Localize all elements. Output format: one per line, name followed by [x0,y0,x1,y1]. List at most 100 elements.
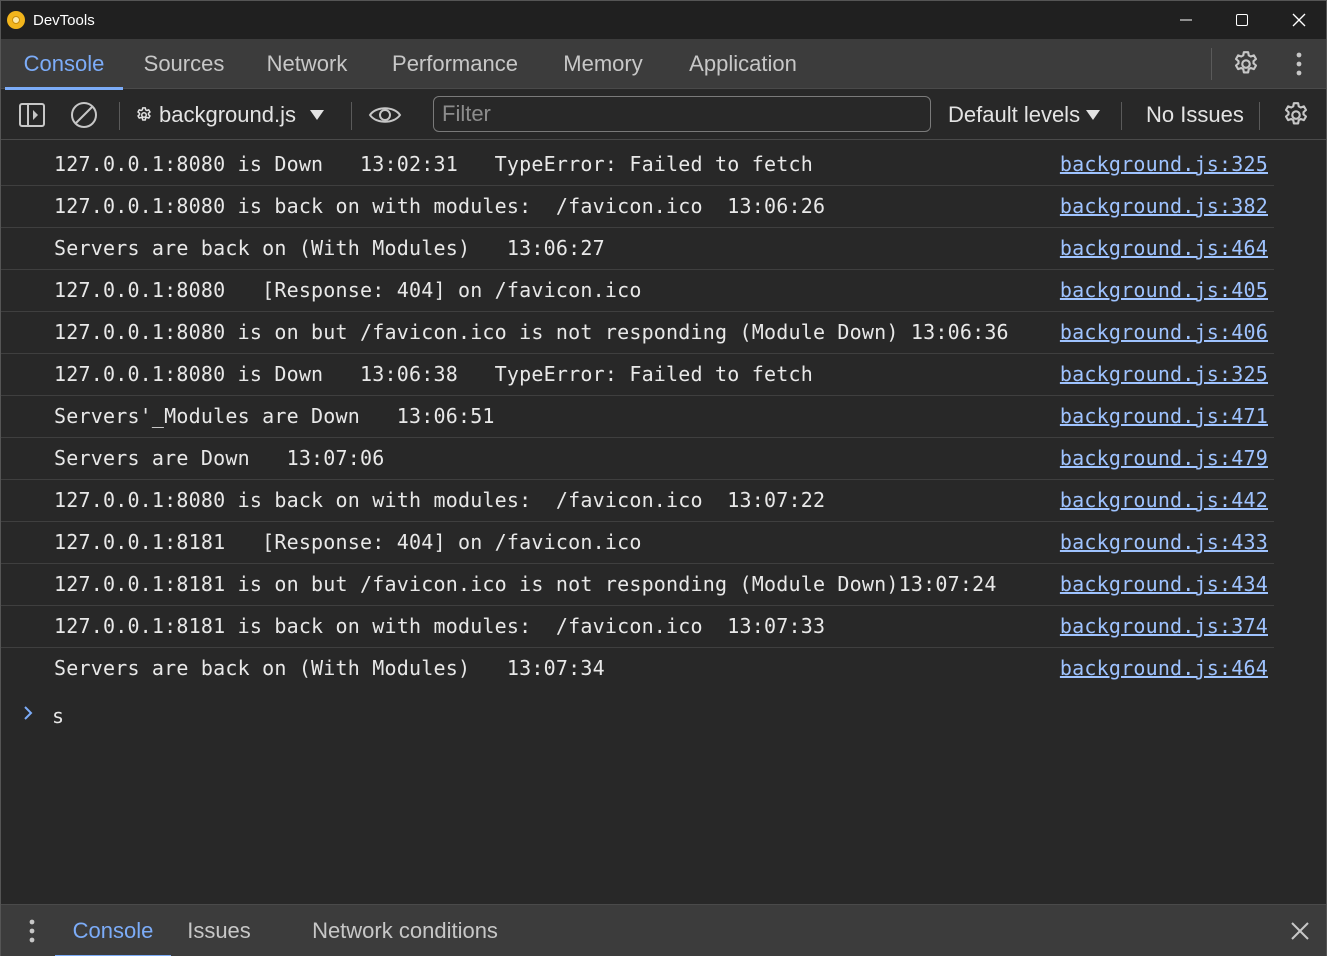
dropdown-triangle-icon [309,110,324,120]
console-output: 127.0.0.1:8080 is Down 13:02:31 TypeErro… [1,144,1326,904]
tab-network[interactable]: Network [249,39,365,89]
message-text: Servers are Down 13:07:06 [54,446,385,470]
source-link[interactable]: background.js:406 [1060,320,1268,344]
console-message: 127.0.0.1:8080 [Response: 404] on /favic… [1,270,1274,312]
drawer-tab-network-conditions[interactable]: Network conditions [295,905,515,956]
title-bar: DevTools [1,1,1326,39]
toggle-sidebar-button[interactable] [13,97,51,133]
divider [119,102,120,130]
console-message: 127.0.0.1:8181 is on but /favicon.ico is… [1,564,1274,606]
source-link[interactable]: background.js:433 [1060,530,1268,554]
message-text: 127.0.0.1:8080 is Down 13:02:31 TypeErro… [54,152,813,176]
context-selector[interactable]: background.js [135,98,324,132]
gear-icon [137,107,151,121]
clear-console-button[interactable] [65,97,103,133]
maximize-button[interactable] [1214,1,1270,39]
issues-counter[interactable]: No Issues [1146,98,1244,132]
console-message: 127.0.0.1:8181 is back on with modules: … [1,606,1274,648]
source-link[interactable]: background.js:405 [1060,278,1268,302]
chevron-right-icon [24,706,33,720]
settings-button[interactable] [1227,46,1265,82]
tab-memory[interactable]: Memory [547,39,659,89]
message-text: Servers'_Modules are Down 13:06:51 [54,404,495,428]
source-link[interactable]: background.js:442 [1060,488,1268,512]
close-window-button[interactable] [1271,1,1327,39]
console-message: 127.0.0.1:8080 is Down 13:02:31 TypeErro… [1,144,1274,186]
minimize-icon [1180,19,1192,21]
message-text: Servers are back on (With Modules) 13:06… [54,236,605,260]
message-text: 127.0.0.1:8181 [Response: 404] on /favic… [54,530,642,554]
drawer-tab-bar: Console Issues Network conditions [1,904,1326,956]
console-message: Servers are Down 13:07:06 background.js:… [1,438,1274,480]
prompt-input[interactable]: s [52,704,64,728]
drawer-menu-button[interactable] [17,915,47,947]
levels-label: Default levels [948,102,1081,127]
tab-console[interactable]: Console [5,39,123,90]
more-options-button[interactable] [1285,46,1313,82]
console-message: Servers'_Modules are Down 13:06:51 backg… [1,396,1274,438]
drawer-tab-console[interactable]: Console [55,905,171,956]
console-message: 127.0.0.1:8080 is back on with modules: … [1,480,1274,522]
message-text: 127.0.0.1:8181 is back on with modules: … [54,614,826,638]
console-message: Servers are back on (With Modules) 13:06… [1,228,1274,270]
tab-label: Issues [187,918,251,943]
tab-application[interactable]: Application [673,39,813,89]
close-drawer-button[interactable] [1283,915,1317,947]
divider [1259,102,1260,130]
console-settings-button[interactable] [1277,97,1315,133]
console-message: 127.0.0.1:8080 is back on with modules: … [1,186,1274,228]
message-text: 127.0.0.1:8080 is on but /favicon.ico is… [54,320,1009,344]
divider [1121,102,1122,130]
tab-label: Application [689,51,797,76]
devtools-app-icon [7,11,25,29]
divider [1211,48,1212,80]
source-link[interactable]: background.js:471 [1060,404,1268,428]
tab-label: Console [72,918,154,943]
source-link[interactable]: background.js:374 [1060,614,1268,638]
devtools-window: DevTools Console Sources Network Perform… [0,0,1327,956]
kebab-menu-icon [29,919,35,943]
live-expression-button[interactable] [365,97,405,133]
tab-label: Memory [563,51,643,76]
gear-icon [1284,102,1308,125]
console-message: 127.0.0.1:8181 [Response: 404] on /favic… [1,522,1274,564]
tab-label: Network [266,51,348,76]
message-text: 127.0.0.1:8080 is back on with modules: … [54,488,826,512]
source-link[interactable]: background.js:479 [1060,446,1268,470]
filter-input[interactable] [434,97,930,131]
tab-label: Performance [392,51,518,76]
window-title: DevTools [33,12,95,29]
log-levels-dropdown[interactable]: Default levels [948,98,1101,132]
kebab-menu-icon [1296,52,1302,76]
source-link[interactable]: background.js:325 [1060,152,1268,176]
maximize-icon [1236,14,1248,26]
tab-performance[interactable]: Performance [377,39,533,89]
drawer-tab-issues[interactable]: Issues [177,905,261,956]
message-text: Servers are back on (With Modules) 13:07… [54,656,605,680]
source-link[interactable]: background.js:434 [1060,572,1268,596]
message-text: 127.0.0.1:8080 is back on with modules: … [54,194,826,218]
console-message: Servers are back on (With Modules) 13:07… [1,648,1274,690]
minimize-button[interactable] [1158,1,1214,39]
console-message: 127.0.0.1:8080 is Down 13:06:38 TypeErro… [1,354,1274,396]
tab-label: Network conditions [312,918,498,943]
message-text: 127.0.0.1:8181 is on but /favicon.ico is… [54,572,997,596]
close-icon [1292,13,1306,27]
source-link[interactable]: background.js:464 [1060,236,1268,260]
source-link[interactable]: background.js:325 [1060,362,1268,386]
console-message: 127.0.0.1:8080 is on but /favicon.ico is… [1,312,1274,354]
tab-label: Console [23,51,105,76]
message-text: 127.0.0.1:8080 is Down 13:06:38 TypeErro… [54,362,813,386]
console-toolbar: background.js Default levels No Issues [1,90,1326,140]
console-prompt[interactable]: s [1,700,1326,736]
tab-sources[interactable]: Sources [129,39,239,89]
main-tab-bar: Console Sources Network Performance Memo… [1,39,1326,90]
eye-icon [368,107,402,123]
tab-label: Sources [143,51,225,76]
filter-field[interactable] [433,96,931,132]
message-text: 127.0.0.1:8080 [Response: 404] on /favic… [54,278,642,302]
source-link[interactable]: background.js:464 [1060,656,1268,680]
source-link[interactable]: background.js:382 [1060,194,1268,218]
context-label: background.js [159,102,296,127]
clear-console-icon [71,102,97,128]
